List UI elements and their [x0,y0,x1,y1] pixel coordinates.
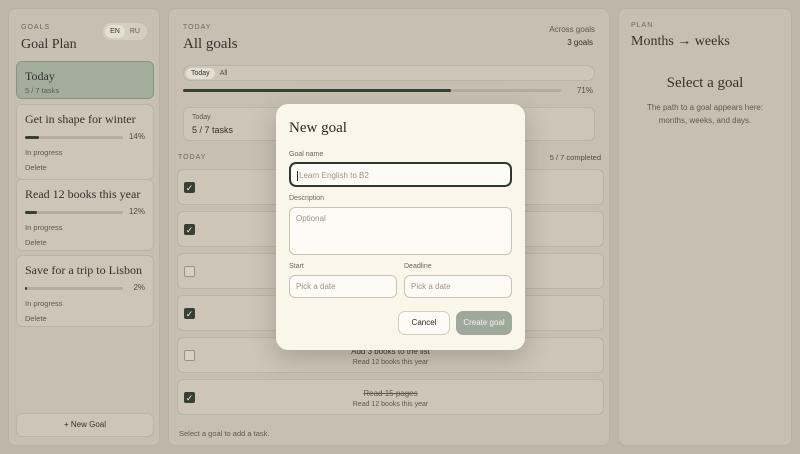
goal-name-label: Goal name [289,151,324,158]
description-placeholder: Optional [296,214,326,223]
start-label: Start [289,263,304,270]
goal-name-placeholder: Learn English to B2 [299,171,369,180]
cancel-button[interactable]: Cancel [398,311,450,335]
create-goal-button[interactable]: Create goal [456,311,512,335]
start-date-input[interactable]: Pick a date [289,275,397,298]
description-label: Description [289,195,325,202]
start-date-placeholder: Pick a date [296,282,336,291]
deadline-label: Deadline [404,263,432,270]
deadline-date-input[interactable]: Pick a date [404,275,512,298]
new-goal-dialog: New goal Goal name Learn English to B2 D… [276,104,525,350]
deadline-date-placeholder: Pick a date [411,282,451,291]
dialog-title: New goal [289,120,347,136]
description-textarea[interactable]: Optional [289,207,512,255]
goal-name-input[interactable]: Learn English to B2 [289,162,512,187]
